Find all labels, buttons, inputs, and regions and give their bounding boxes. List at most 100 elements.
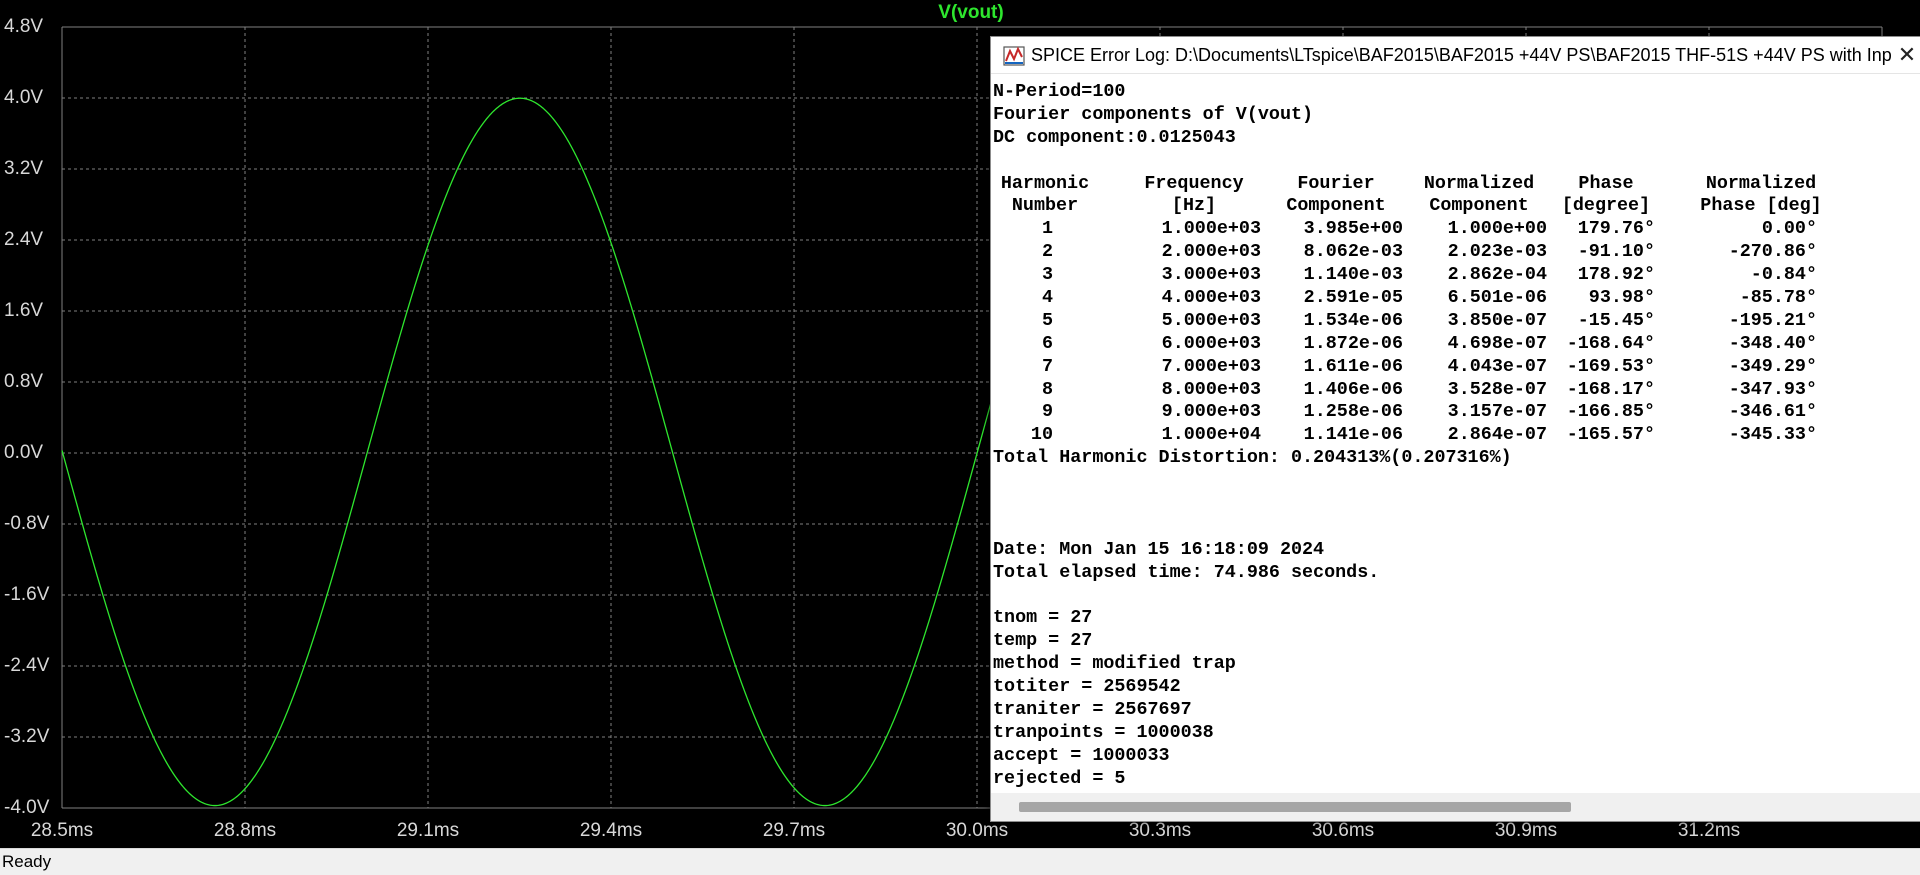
x-tick-label: 29.7ms bbox=[762, 820, 826, 841]
table-cell: 1.140e-03 bbox=[1303, 264, 1403, 286]
table-cell: 7.000e+03 bbox=[1161, 355, 1261, 377]
table-row: 1 1.000e+03 3.985e+00 1.000e+00 179.76° 0.00° bbox=[993, 218, 1919, 241]
table-cell: 5.000e+03 bbox=[1161, 309, 1261, 331]
table-cell: 4 bbox=[1041, 287, 1053, 309]
table-cell: 2.591e-05 bbox=[1303, 287, 1403, 309]
elapsed-line: Total elapsed time: 74.986 seconds. bbox=[993, 561, 1380, 583]
trace-vout[interactable] bbox=[61, 97, 1001, 807]
stat-line: tnom = 27 bbox=[993, 607, 1093, 629]
spice-error-log-window[interactable]: SPICE Error Log: D:\Documents\LTspice\BA… bbox=[990, 36, 1920, 822]
table-header-row: Number [Hz] Component Component [degree] Phas… bbox=[993, 195, 1919, 218]
table-cell: 2.000e+03 bbox=[1161, 241, 1261, 263]
x-tick-label: 30.9ms bbox=[1494, 820, 1558, 841]
table-row: 8 8.000e+03 1.406e-06 3.528e-07 -168.17° -347… bbox=[993, 379, 1919, 402]
table-cell: Number bbox=[1011, 195, 1079, 217]
table-cell: 2.862e-04 bbox=[1447, 264, 1547, 286]
thd-line: Total Harmonic Distortion: 0.204313%(0.2… bbox=[993, 447, 1512, 469]
date-line: Date: Mon Jan 15 16:18:09 2024 bbox=[993, 538, 1325, 560]
table-cell: -85.78° bbox=[1739, 287, 1817, 309]
table-cell: -195.21° bbox=[1728, 309, 1817, 331]
table-cell: -166.85° bbox=[1566, 401, 1655, 423]
table-row: 2 2.000e+03 8.062e-03 2.023e-03 -91.10° -270.… bbox=[993, 241, 1919, 264]
table-cell: -349.29° bbox=[1728, 355, 1817, 377]
table-cell: 8.000e+03 bbox=[1161, 378, 1261, 400]
table-header-row: Harmonic Frequency Fourier Normalized Phase N… bbox=[993, 173, 1919, 196]
table-cell: [Hz] bbox=[1171, 195, 1217, 217]
table-cell: 6 bbox=[1041, 332, 1053, 354]
table-cell: 1.872e-06 bbox=[1303, 332, 1403, 354]
table-row: 4 4.000e+03 2.591e-05 6.501e-06 93.98° -85.78… bbox=[993, 287, 1919, 310]
table-cell: 4.000e+03 bbox=[1161, 287, 1261, 309]
table-cell: Normalized bbox=[1705, 172, 1817, 194]
table-cell: 2.864e-07 bbox=[1447, 424, 1547, 446]
stat-line: totiter = 2569542 bbox=[993, 676, 1181, 698]
table-cell: 8.062e-03 bbox=[1303, 241, 1403, 263]
y-tick-label: -4.0V bbox=[4, 797, 50, 818]
table-cell: 1.000e+04 bbox=[1161, 424, 1261, 446]
table-cell: 4.043e-07 bbox=[1447, 355, 1547, 377]
table-cell: 3.528e-07 bbox=[1447, 378, 1547, 400]
table-row: 6 6.000e+03 1.872e-06 4.698e-07 -168.64° -348… bbox=[993, 333, 1919, 356]
table-cell: 1.000e+03 bbox=[1161, 218, 1261, 240]
log-line: DC component:0.0125043 bbox=[993, 126, 1236, 148]
x-tick-label: 29.4ms bbox=[579, 820, 643, 841]
ltspice-app-icon bbox=[1003, 46, 1025, 66]
table-cell: 179.76° bbox=[1577, 218, 1655, 240]
log-text-area[interactable]: N-Period=100 Fourier components of V(vou… bbox=[993, 81, 1919, 789]
table-cell: [degree] bbox=[1561, 195, 1651, 217]
table-cell: 1.141e-06 bbox=[1303, 424, 1403, 446]
y-tick-label: 0.8V bbox=[4, 371, 44, 392]
table-cell: -345.33° bbox=[1728, 424, 1817, 446]
stat-line: method = modified trap bbox=[993, 653, 1236, 675]
table-cell: -15.45° bbox=[1577, 309, 1655, 331]
log-titlebar[interactable]: SPICE Error Log: D:\Documents\LTspice\BA… bbox=[991, 37, 1920, 74]
x-tick-label: 30.3ms bbox=[1128, 820, 1192, 841]
table-cell: -348.40° bbox=[1728, 332, 1817, 354]
table-cell: 178.92° bbox=[1577, 264, 1655, 286]
y-tick-label: 4.8V bbox=[4, 16, 44, 37]
table-cell: -0.84° bbox=[1750, 264, 1817, 286]
table-cell: Harmonic bbox=[1000, 172, 1090, 194]
x-tick-label: 31.2ms bbox=[1677, 820, 1741, 841]
table-cell: -169.53° bbox=[1566, 355, 1655, 377]
table-cell: 1.406e-06 bbox=[1303, 378, 1403, 400]
table-cell: 8 bbox=[1041, 378, 1053, 400]
y-tick-label: 2.4V bbox=[4, 229, 44, 250]
x-tick-label: 29.1ms bbox=[396, 820, 460, 841]
table-row: 3 3.000e+03 1.140e-03 2.862e-04 178.92° -0.84… bbox=[993, 264, 1919, 287]
trace-label-vout[interactable]: V(vout) bbox=[936, 1, 1006, 25]
table-cell: 1.534e-06 bbox=[1303, 309, 1403, 331]
table-cell: 10 bbox=[1030, 424, 1053, 446]
table-cell: -91.10° bbox=[1577, 241, 1655, 263]
table-cell: Normalized bbox=[1423, 172, 1535, 194]
y-tick-label: -1.6V bbox=[4, 584, 50, 605]
table-cell: Frequency bbox=[1144, 172, 1244, 194]
table-cell: 7 bbox=[1041, 355, 1053, 377]
table-cell: 2.023e-03 bbox=[1447, 241, 1547, 263]
table-cell: 6.501e-06 bbox=[1447, 287, 1547, 309]
table-cell: 3.000e+03 bbox=[1161, 264, 1261, 286]
scrollbar-thumb[interactable] bbox=[1019, 802, 1571, 812]
log-line: N-Period=100 bbox=[993, 81, 1126, 102]
table-cell: Fourier bbox=[1297, 172, 1375, 194]
horizontal-scrollbar[interactable] bbox=[991, 793, 1920, 821]
table-cell: 3.850e-07 bbox=[1447, 309, 1547, 331]
y-tick-label: 1.6V bbox=[4, 300, 44, 321]
x-tick-label: 30.0ms bbox=[945, 820, 1009, 841]
log-line: Fourier components of V(vout) bbox=[993, 103, 1314, 125]
table-cell: 1.000e+00 bbox=[1447, 218, 1547, 240]
table-cell: 1 bbox=[1041, 218, 1053, 240]
status-bar: Ready bbox=[0, 848, 1920, 875]
status-text: Ready bbox=[2, 852, 52, 871]
y-tick-label: -0.8V bbox=[4, 513, 50, 534]
table-cell: Component bbox=[1286, 195, 1386, 217]
x-tick-label: 30.6ms bbox=[1311, 820, 1375, 841]
table-cell: 2 bbox=[1041, 241, 1053, 263]
sim-stats: tnom = 27 temp = 27 method = modified trap… bbox=[993, 607, 1919, 767]
close-icon[interactable]: ✕ bbox=[1891, 41, 1920, 69]
y-tick-label: 3.2V bbox=[4, 158, 44, 179]
y-tick-label: -2.4V bbox=[4, 655, 50, 676]
table-cell: 9.000e+03 bbox=[1161, 401, 1261, 423]
y-tick-label: -3.2V bbox=[4, 726, 50, 747]
fourier-table: 1 1.000e+03 3.985e+00 1.000e+00 179.76° 0.00°… bbox=[993, 218, 1919, 447]
